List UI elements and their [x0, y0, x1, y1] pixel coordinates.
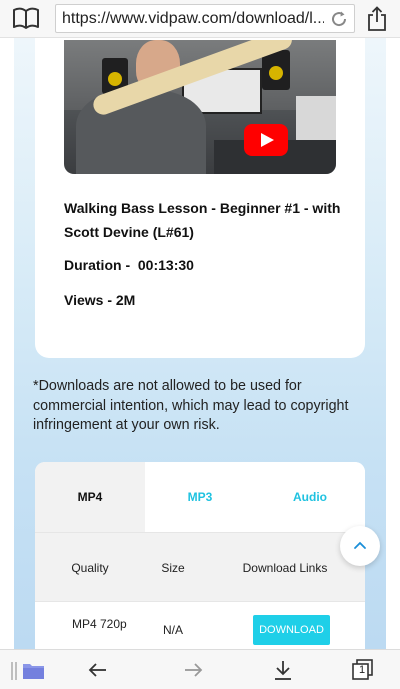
url-text: https://www.vidpaw.com/download/l...: [62, 10, 324, 27]
download-options-card: MP4 MP3 Audio Quality Size Download Link…: [35, 462, 365, 652]
browser-top-bar: https://www.vidpaw.com/download/l...: [0, 0, 400, 38]
youtube-play-icon[interactable]: [244, 124, 288, 156]
header-download-links: Download Links: [242, 560, 328, 575]
forward-button[interactable]: [168, 650, 218, 689]
browser-bottom-bar: 1: [0, 649, 400, 689]
download-button[interactable]: DOWNLOAD: [253, 615, 330, 645]
back-button[interactable]: [73, 650, 123, 689]
tab-mp3[interactable]: MP3: [145, 462, 255, 532]
row-quality: MP4 720p: [72, 617, 127, 631]
video-thumbnail[interactable]: [64, 40, 336, 174]
page-left-margin: [0, 38, 14, 649]
row-size: N/A: [163, 623, 184, 637]
address-bar[interactable]: https://www.vidpaw.com/download/l...: [55, 4, 355, 33]
scroll-to-top-button[interactable]: [340, 526, 380, 566]
video-views: Views - 2M: [64, 292, 136, 308]
header-size: Size: [161, 560, 185, 575]
video-title: Walking Bass Lesson - Beginner #1 - with…: [64, 200, 341, 240]
tabs-button[interactable]: 1: [337, 650, 387, 689]
table-row: MP4 720p N/A DOWNLOAD: [35, 602, 365, 652]
tabs-count: 1: [358, 664, 366, 676]
tab-mp4[interactable]: MP4: [35, 462, 145, 532]
video-duration: Duration - 00:13:30: [64, 257, 194, 273]
share-icon[interactable]: [366, 6, 388, 32]
folder-button[interactable]: [4, 650, 54, 689]
book-icon[interactable]: [12, 6, 40, 30]
downloads-button[interactable]: [258, 650, 308, 689]
format-tabs: MP4 MP3 Audio: [35, 462, 365, 532]
page-right-margin: [386, 38, 400, 649]
thumbnail-speaker-right: [262, 50, 290, 90]
copyright-disclaimer: *Downloads are not allowed to be used fo…: [33, 378, 349, 433]
table-header: Quality Size Download Links: [35, 532, 365, 602]
tab-audio[interactable]: Audio: [255, 462, 365, 532]
reload-icon[interactable]: [330, 10, 348, 28]
